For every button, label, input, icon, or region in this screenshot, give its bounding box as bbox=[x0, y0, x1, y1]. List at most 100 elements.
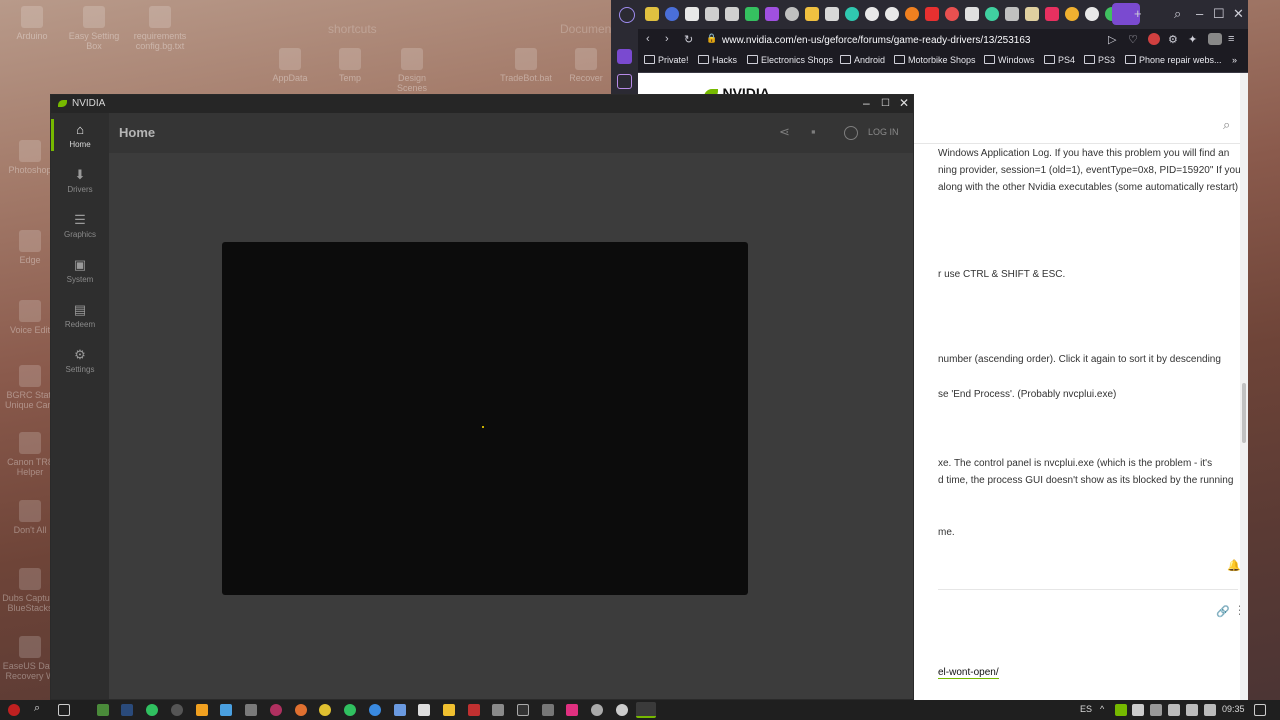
minimize-icon[interactable]: – bbox=[863, 96, 870, 110]
feedback-icon[interactable]: ▪ bbox=[811, 124, 816, 139]
tab-icon[interactable] bbox=[965, 7, 979, 21]
volume-icon[interactable] bbox=[1186, 704, 1198, 716]
tab-icon[interactable] bbox=[885, 7, 899, 21]
nav-item-redeem[interactable]: ▤ Redeem bbox=[51, 303, 109, 330]
login-button[interactable]: LOG IN bbox=[868, 127, 899, 137]
tab-icon[interactable] bbox=[945, 7, 959, 21]
link-icon[interactable]: 🔗 bbox=[1216, 605, 1230, 618]
bookmark-item[interactable]: Android bbox=[840, 55, 885, 65]
chevron-up-icon[interactable]: ^ bbox=[1100, 704, 1104, 714]
nav-item-graphics[interactable]: ☰ Graphics bbox=[51, 213, 109, 240]
firefox-icon[interactable] bbox=[295, 704, 307, 716]
desktop-icon[interactable]: Design Scenes bbox=[382, 48, 442, 93]
bookmark-item[interactable]: Windows bbox=[984, 55, 1035, 65]
language-indicator[interactable]: ES bbox=[1080, 704, 1092, 714]
menu-icon[interactable]: ≡ bbox=[1228, 33, 1234, 45]
taskbar-app-icon[interactable] bbox=[171, 704, 183, 716]
nav-item-drivers[interactable]: ⬇ Drivers bbox=[51, 168, 109, 195]
terminal-icon[interactable] bbox=[517, 704, 529, 716]
desktop-icon[interactable]: TradeBot.bat bbox=[496, 48, 556, 83]
taskbar-app-icon[interactable] bbox=[616, 704, 628, 716]
bookmark-item[interactable]: Private! bbox=[644, 55, 689, 65]
maximize-icon[interactable]: ☐ bbox=[881, 98, 890, 109]
file-explorer-icon[interactable] bbox=[443, 704, 455, 716]
battery-icon[interactable] bbox=[1204, 704, 1216, 716]
clock[interactable]: 09:35 bbox=[1222, 704, 1245, 714]
avatar-icon[interactable] bbox=[844, 126, 858, 140]
reload-icon[interactable]: ↻ bbox=[684, 33, 693, 46]
nav-item-system[interactable]: ▣ System bbox=[51, 258, 109, 285]
browser-menu-icon[interactable] bbox=[619, 7, 635, 23]
desktop-icon[interactable]: AppData bbox=[260, 48, 320, 83]
tab-icon[interactable] bbox=[785, 7, 799, 21]
tab-icon[interactable] bbox=[725, 7, 739, 21]
tab-icon[interactable] bbox=[985, 7, 999, 21]
bell-icon[interactable]: 🔔 bbox=[1227, 559, 1241, 572]
tab-icon[interactable] bbox=[865, 7, 879, 21]
bookmark-item[interactable]: Hacks bbox=[698, 55, 737, 65]
taskbar-app-icon[interactable] bbox=[146, 704, 158, 716]
new-tab-icon[interactable]: + bbox=[1134, 6, 1142, 21]
bookmark-item[interactable]: Motorbike Shops bbox=[894, 55, 976, 65]
nav-item-settings[interactable]: ⚙ Settings bbox=[51, 348, 109, 375]
network-icon[interactable] bbox=[1168, 704, 1180, 716]
title-bar[interactable]: NVIDIA – ☐ ✕ bbox=[51, 95, 913, 113]
scrollbar-thumb[interactable] bbox=[1242, 383, 1246, 443]
minimize-icon[interactable]: – bbox=[1196, 6, 1203, 21]
heart-icon[interactable]: ♡ bbox=[1128, 33, 1138, 46]
search-icon[interactable]: ⌕ bbox=[1174, 6, 1181, 22]
extension-icon[interactable]: ⚙ bbox=[1168, 33, 1178, 46]
search-icon[interactable]: ⌕ bbox=[34, 702, 40, 715]
tab-icon[interactable] bbox=[905, 7, 919, 21]
taskbar-app-icon[interactable] bbox=[196, 704, 208, 716]
taskbar-app-icon[interactable] bbox=[394, 704, 406, 716]
extension-icon[interactable] bbox=[1148, 33, 1160, 45]
address-bar[interactable]: www.nvidia.com/en-us/geforce/forums/game… bbox=[722, 32, 1067, 49]
tab-icon[interactable] bbox=[925, 7, 939, 21]
back-icon[interactable]: ‹ bbox=[646, 33, 650, 45]
close-icon[interactable]: ✕ bbox=[1233, 6, 1244, 22]
desktop-icon[interactable]: requirements config.bg.txt bbox=[130, 6, 190, 51]
forward-icon[interactable]: › bbox=[665, 33, 669, 45]
chrome-icon[interactable] bbox=[319, 704, 331, 716]
taskbar-app-icon[interactable] bbox=[270, 704, 282, 716]
taskbar-app-icon[interactable] bbox=[542, 704, 554, 716]
desktop-icon[interactable]: Easy Setting Box bbox=[64, 6, 124, 51]
nvidia-taskbar-icon[interactable] bbox=[636, 702, 656, 718]
task-view-icon[interactable] bbox=[58, 704, 70, 716]
bookmark-item[interactable]: PS3 bbox=[1084, 55, 1115, 65]
microphone-icon[interactable] bbox=[1132, 704, 1144, 716]
post-link[interactable]: el-wont-open/ bbox=[938, 667, 999, 679]
mail-icon[interactable] bbox=[492, 704, 504, 716]
extension-icon[interactable]: ✦ bbox=[1188, 33, 1197, 46]
desktop-icon[interactable]: Arduino bbox=[2, 6, 62, 41]
share-icon[interactable]: ⋖ bbox=[779, 124, 790, 140]
taskbar-app-icon[interactable] bbox=[591, 704, 603, 716]
avatar[interactable] bbox=[1208, 33, 1222, 45]
tab-icon[interactable] bbox=[1085, 7, 1099, 21]
extension-icon[interactable]: ▷ bbox=[1108, 33, 1116, 46]
tab-icon[interactable] bbox=[705, 7, 719, 21]
tab-icon[interactable] bbox=[685, 7, 699, 21]
tab-icon[interactable] bbox=[845, 7, 859, 21]
gamepad-icon[interactable] bbox=[617, 74, 632, 89]
tab-icon[interactable] bbox=[1065, 7, 1079, 21]
tab-icon[interactable] bbox=[665, 7, 679, 21]
nav-item-home[interactable]: ⌂ Home bbox=[51, 119, 109, 151]
steam-icon[interactable] bbox=[121, 704, 133, 716]
tab-icon[interactable] bbox=[1005, 7, 1019, 21]
tab-icon[interactable] bbox=[765, 7, 779, 21]
nvidia-tray-icon[interactable] bbox=[1115, 704, 1127, 716]
tab-icon[interactable] bbox=[1045, 7, 1059, 21]
taskbar-app-icon[interactable] bbox=[97, 704, 109, 716]
bookmark-item[interactable]: Phone repair webs... bbox=[1125, 55, 1222, 65]
tab-icon[interactable] bbox=[745, 7, 759, 21]
search-icon[interactable]: ⌕ bbox=[1223, 117, 1230, 133]
taskbar-app-icon[interactable] bbox=[468, 704, 480, 716]
bookmarks-overflow-icon[interactable]: » bbox=[1232, 55, 1237, 65]
taskbar-app-icon[interactable] bbox=[344, 704, 356, 716]
taskbar-app-icon[interactable] bbox=[418, 704, 430, 716]
tab-icon[interactable] bbox=[1025, 7, 1039, 21]
taskbar-app-icon[interactable] bbox=[245, 704, 257, 716]
desktop-icon[interactable]: Recover bbox=[556, 48, 616, 83]
